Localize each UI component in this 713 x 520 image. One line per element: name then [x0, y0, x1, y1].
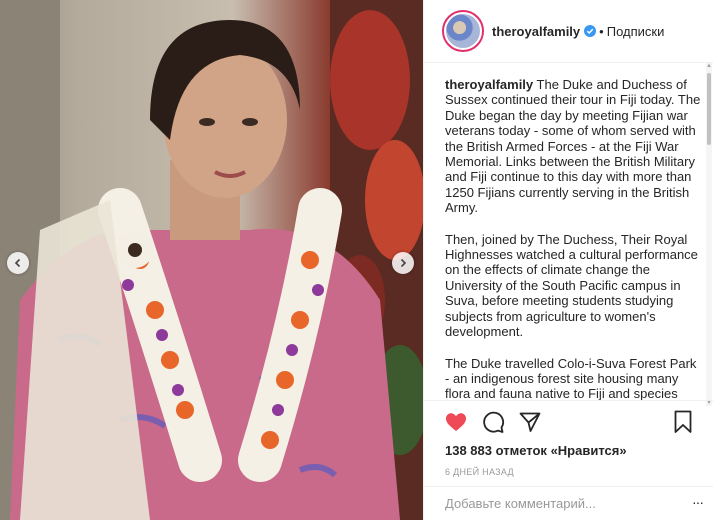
like-count[interactable]: 138 883 отметок «Нравится»	[424, 443, 713, 458]
caption-paragraph: Then, joined by The Duchess, Their Royal…	[445, 231, 698, 340]
caption-username[interactable]: theroyalfamily	[445, 77, 533, 92]
scrollbar-thumb[interactable]	[707, 73, 711, 145]
chevron-left-icon	[14, 258, 21, 268]
header-username[interactable]: theroyalfamily	[492, 24, 580, 39]
post-photo[interactable]	[0, 0, 423, 520]
photo-illustration	[0, 0, 423, 520]
caption-text: The Duke and Duchess of Sussex continued…	[445, 77, 701, 216]
chevron-right-icon	[400, 258, 407, 268]
caption-paragraph: The Duke travelled Colo-i-Suva Forest Pa…	[445, 355, 697, 401]
like-count-quoted: «Нравится»	[550, 443, 627, 458]
post-timestamp[interactable]: 6 дней назад	[424, 467, 713, 477]
comment-input[interactable]	[445, 496, 685, 511]
verified-badge-icon	[584, 25, 597, 37]
like-count-number: 138 883	[445, 443, 492, 458]
comment-box	[424, 486, 713, 520]
previous-photo-button[interactable]	[7, 252, 29, 274]
bookmark-icon[interactable]	[673, 410, 693, 434]
like-count-label: отметок	[495, 443, 547, 458]
comment-icon[interactable]	[481, 410, 505, 434]
avatar[interactable]	[442, 10, 484, 52]
share-icon[interactable]	[518, 410, 542, 434]
post-header: theroyalfamily • Подписки	[424, 0, 713, 63]
scroll-up-arrow-icon[interactable]: ▲	[706, 63, 712, 69]
caption-paragraph: theroyalfamily The Duke and Duchess of S…	[445, 77, 703, 216]
avatar-image	[446, 14, 480, 48]
more-options-button[interactable]: ···	[692, 494, 704, 510]
header-separator: •	[599, 23, 604, 39]
post-actions-area: 138 883 отметок «Нравится» 6 дней назад	[424, 400, 713, 477]
post-side-panel: theroyalfamily • Подписки theroyalfamily…	[423, 0, 713, 520]
follow-button[interactable]: Подписки	[607, 24, 665, 39]
like-heart-icon[interactable]	[444, 410, 468, 434]
caption-scrollbar[interactable]: ▲ ▼	[706, 63, 712, 406]
next-photo-button[interactable]	[392, 252, 414, 274]
post-caption: theroyalfamily The Duke and Duchess of S…	[445, 77, 703, 400]
action-bar	[424, 401, 713, 443]
